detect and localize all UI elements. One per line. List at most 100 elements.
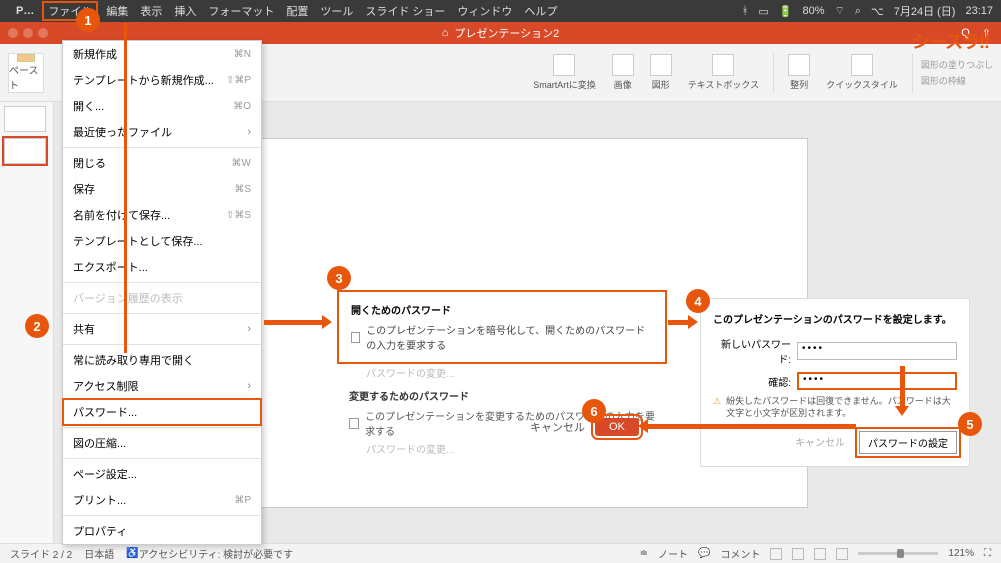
smartart-icon	[553, 54, 575, 76]
notes-icon[interactable]: ≐	[640, 548, 648, 559]
set-pw-cancel-button[interactable]: キャンセル	[789, 431, 851, 454]
warning-icon: ⚠	[713, 396, 721, 419]
modify-password-panel: パスワードの変更... 変更するためのパスワード このプレゼンテーションを変更す…	[337, 352, 667, 466]
menubar-date[interactable]: 7月24日 (日)	[894, 3, 956, 19]
smartart-label: SmartArtに変換	[533, 78, 596, 91]
zoom-value[interactable]: 121%	[948, 548, 974, 559]
menu-view[interactable]: 表示	[140, 3, 162, 19]
lang-indicator[interactable]: 日本語	[84, 546, 114, 561]
zoom-slider[interactable]	[858, 552, 938, 555]
set-password-button[interactable]: パスワードの設定	[859, 431, 957, 454]
file-recent[interactable]: 最近使ったファイル›	[63, 119, 261, 145]
file-save[interactable]: 保存⌘S	[63, 176, 261, 202]
picture-group[interactable]: 画像	[606, 54, 640, 91]
control-center-icon[interactable]: ⌥	[871, 5, 884, 18]
modify-pw-title: 変更するためのパスワード	[349, 388, 655, 403]
slide-thumb-2[interactable]: 2	[4, 138, 46, 164]
file-version-history: バージョン履歴の表示	[63, 285, 261, 311]
menu-help[interactable]: ヘルプ	[524, 3, 557, 19]
home-icon[interactable]: ⌂	[442, 27, 449, 39]
confirm-pw-field[interactable]: ••••	[797, 372, 957, 390]
file-password[interactable]: パスワード...	[63, 399, 261, 425]
slide-position: スライド 2 / 2	[10, 546, 72, 561]
statusbar: スライド 2 / 2 日本語 ♿ アクセシビリティ: 検討が必要です ≐ノート …	[0, 543, 1001, 563]
new-pw-field[interactable]: ••••	[797, 342, 957, 360]
textbox-label: テキストボックス	[688, 78, 759, 91]
file-open[interactable]: 開く...⌘O	[63, 93, 261, 119]
wifi-icon[interactable]: ⌔	[835, 4, 845, 18]
arrow-2-3	[264, 320, 324, 325]
quickstyle-icon	[851, 54, 873, 76]
step-badge-3: 3	[327, 266, 351, 290]
pw-warning: 紛失したパスワードは回復できません。パスワードは大文字と小文字が区別されます。	[726, 396, 957, 419]
view-normal-icon[interactable]	[770, 548, 782, 560]
menu-arrange[interactable]: 配置	[286, 3, 308, 19]
file-share[interactable]: 共有›	[63, 316, 261, 342]
menu-tool[interactable]: ツール	[320, 3, 353, 19]
menu-format[interactable]: フォーマット	[208, 3, 274, 19]
comments-icon[interactable]: 💬	[698, 548, 710, 559]
confirm-pw-label: 確認:	[713, 374, 791, 389]
comments-button[interactable]: コメント	[720, 546, 760, 561]
menu-edit[interactable]: 編集	[106, 3, 128, 19]
ok-button[interactable]: OK	[595, 418, 639, 436]
app-name[interactable]: P…	[16, 5, 34, 17]
notes-button[interactable]: ノート	[658, 546, 688, 561]
file-saveas[interactable]: 名前を付けて保存...⇧⌘S	[63, 202, 261, 228]
shape-group[interactable]: 図形	[644, 54, 678, 91]
smartart-group[interactable]: SmartArtに変換	[527, 54, 602, 91]
file-page-setup[interactable]: ページ設定...	[63, 461, 261, 487]
align-icon	[788, 54, 810, 76]
open-password-panel: 開くためのパスワード このプレゼンテーションを暗号化して、開くためのパスワードの…	[337, 290, 667, 364]
picture-label: 画像	[614, 78, 632, 91]
dialog-buttons: キャンセル OK	[530, 418, 639, 436]
screen-icon[interactable]: ▭	[758, 5, 768, 18]
file-export[interactable]: エクスポート...	[63, 254, 261, 280]
shape-fill-button[interactable]: 図形の塗りつぶし	[921, 58, 993, 71]
open-pw-label: このプレゼンテーションを暗号化して、開くためのパスワードの入力を要求する	[366, 322, 653, 352]
paste-button[interactable]: ペースト	[8, 53, 44, 93]
accessibility-status[interactable]: アクセシビリティ: 検討が必要です	[139, 546, 293, 561]
align-group[interactable]: 整列	[782, 54, 816, 91]
file-readonly[interactable]: 常に読み取り専用で開く	[63, 347, 261, 373]
menu-window[interactable]: ウィンドウ	[457, 3, 512, 19]
textbox-group[interactable]: テキストボックス	[682, 54, 765, 91]
file-save-template[interactable]: テンプレートとして保存...	[63, 228, 261, 254]
file-compress-pic[interactable]: 図の圧縮...	[63, 430, 261, 456]
menu-slideshow[interactable]: スライド ショー	[365, 3, 445, 19]
search-icon[interactable]: ⌕	[855, 5, 861, 18]
clipboard-icon	[17, 54, 35, 62]
textbox-icon	[712, 54, 734, 76]
menubar-time[interactable]: 23:17	[965, 5, 993, 17]
battery-icon[interactable]: 🔋	[779, 5, 793, 18]
file-new[interactable]: 新規作成⌘N	[63, 41, 261, 67]
quickstyle-group[interactable]: クイックスタイル	[820, 54, 904, 91]
brand-logo: シースラ!!	[912, 28, 989, 54]
annotation-line	[124, 23, 127, 353]
shape-outline-button[interactable]: 図形の枠線	[921, 74, 993, 87]
fit-window-icon[interactable]: ⛶	[984, 548, 991, 559]
file-menu: 新規作成⌘N テンプレートから新規作成...⇧⌘P 開く...⌘O 最近使ったフ…	[62, 40, 262, 545]
slide-thumb-1[interactable]: 1	[4, 106, 46, 132]
file-access[interactable]: アクセス制限›	[63, 373, 261, 399]
pw-change-dim2: パスワードの変更...	[366, 441, 655, 456]
doc-title: プレゼンテーション2	[454, 25, 559, 41]
step-badge-5: 5	[958, 412, 982, 436]
file-new-template[interactable]: テンプレートから新規作成...⇧⌘P	[63, 67, 261, 93]
shape-label: 図形	[652, 78, 670, 91]
modify-pw-checkbox[interactable]	[349, 418, 359, 429]
file-properties[interactable]: プロパティ	[63, 518, 261, 544]
view-reading-icon[interactable]	[814, 548, 826, 560]
view-sorter-icon[interactable]	[792, 548, 804, 560]
accessibility-icon[interactable]: ♿	[126, 548, 138, 559]
open-pw-checkbox[interactable]	[351, 332, 360, 343]
view-slideshow-icon[interactable]	[836, 548, 848, 560]
battery-pct: 80%	[802, 5, 824, 17]
step-badge-1: 1	[76, 8, 100, 32]
window-controls[interactable]	[8, 28, 48, 38]
file-close[interactable]: 閉じる⌘W	[63, 150, 261, 176]
menu-insert[interactable]: 挿入	[174, 3, 196, 19]
bluetooth-icon[interactable]: ᚼ	[742, 5, 749, 17]
file-print[interactable]: プリント...⌘P	[63, 487, 261, 513]
cancel-button[interactable]: キャンセル	[530, 419, 585, 435]
